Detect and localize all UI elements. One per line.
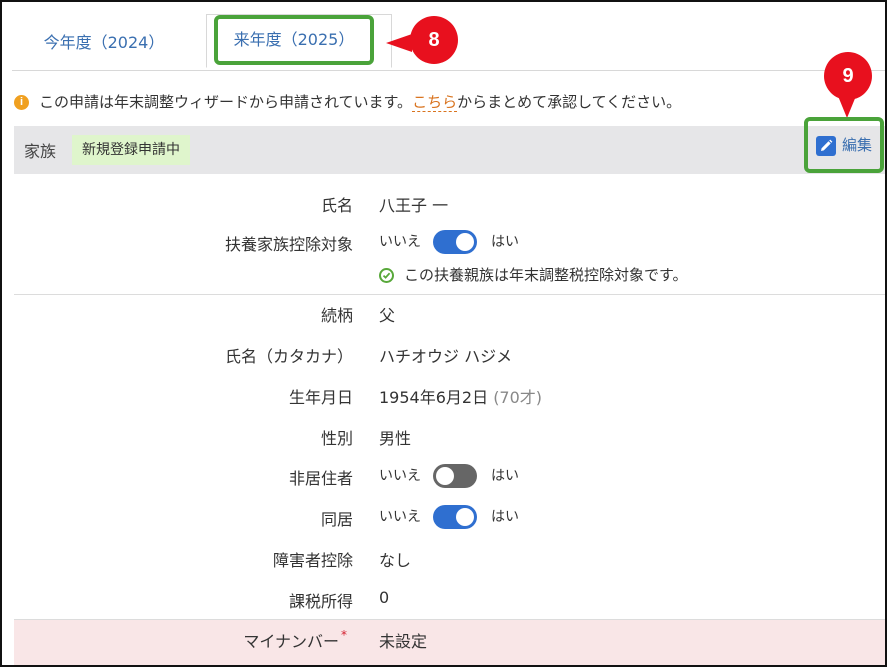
birthday-value: 1954年6月2日 bbox=[379, 388, 489, 407]
name-label: 氏名 bbox=[320, 196, 353, 215]
my-number-label: マイナンバー bbox=[243, 632, 339, 651]
wizard-notice: i この申請は年末調整ウィザードから申請されています。こちらからまとめて承認してく… bbox=[14, 90, 681, 114]
deduction-note-text: この扶養親族は年末調整税控除対象です。 bbox=[404, 266, 688, 284]
taxable-income-value: 0 bbox=[379, 588, 390, 607]
my-number-label-group: マイナンバー * bbox=[243, 628, 347, 652]
callout-8-pointer bbox=[386, 34, 412, 52]
callout-8: 8 bbox=[410, 16, 458, 64]
cohabiting-label: 同居 bbox=[320, 510, 353, 529]
pencil-icon bbox=[816, 135, 836, 156]
gender-value: 男性 bbox=[379, 429, 412, 448]
notice-link[interactable]: こちら bbox=[412, 93, 458, 112]
non-resident-off-text: いいえ bbox=[379, 468, 421, 484]
tab-divider bbox=[12, 70, 885, 71]
dependent-deduction-on-text: はい bbox=[491, 234, 519, 250]
name-kana-label: 氏名（カタカナ） bbox=[224, 347, 353, 366]
non-resident-toggle-group: いいえ はい bbox=[379, 464, 519, 488]
notice-text-prefix: この申請は年末調整ウィザードから申請されています。 bbox=[39, 93, 413, 111]
tab-2025[interactable]: 来年度（2025） bbox=[214, 15, 374, 65]
relationship-label: 続柄 bbox=[320, 306, 353, 325]
name-kana-value: ハチオウジ ハジメ bbox=[379, 347, 513, 366]
cohabiting-off-text: いいえ bbox=[379, 509, 421, 525]
tab-2024[interactable]: 今年度（2024） bbox=[24, 16, 184, 70]
my-number-row: マイナンバー * 未設定 bbox=[14, 619, 885, 665]
disability-value: なし bbox=[379, 551, 412, 570]
toggle-knob bbox=[436, 467, 454, 485]
required-mark: * bbox=[341, 628, 347, 642]
relationship-value: 父 bbox=[379, 306, 396, 325]
name-value: 八王子 一 bbox=[379, 196, 449, 215]
cohabiting-toggle[interactable] bbox=[433, 505, 477, 529]
gender-label: 性別 bbox=[320, 429, 353, 448]
non-resident-label: 非居住者 bbox=[288, 469, 353, 488]
dependent-deduction-label: 扶養家族控除対象 bbox=[224, 235, 353, 254]
dependent-deduction-toggle[interactable] bbox=[433, 230, 477, 254]
birthday-label: 生年月日 bbox=[288, 388, 353, 407]
edit-label: 編集 bbox=[842, 136, 873, 154]
toggle-knob bbox=[456, 233, 474, 251]
section-divider bbox=[14, 294, 885, 295]
status-badge: 新規登録申請中 bbox=[72, 135, 190, 165]
notice-text-suffix: からまとめて承認してください。 bbox=[457, 93, 682, 111]
callout-9: 9 bbox=[824, 52, 872, 100]
application-panel: 今年度（2024） 来年度（2025） 8 i この申請は年末調整ウィザードから申… bbox=[0, 0, 887, 667]
cohabiting-on-text: はい bbox=[491, 509, 519, 525]
callout-9-pointer bbox=[838, 96, 856, 118]
toggle-knob bbox=[456, 508, 474, 526]
birthday-value-group: 1954年6月2日 (70才) bbox=[379, 384, 542, 408]
check-circle-icon bbox=[379, 268, 394, 283]
age-value: (70才) bbox=[493, 388, 543, 407]
disability-label: 障害者控除 bbox=[272, 551, 353, 570]
edit-button[interactable]: 編集 bbox=[816, 133, 872, 157]
family-section-header: 家族 新規登録申請中 bbox=[14, 126, 885, 174]
dependent-deduction-off-text: いいえ bbox=[379, 234, 421, 250]
dependent-deduction-toggle-group: いいえ はい bbox=[379, 230, 519, 254]
my-number-value: 未設定 bbox=[379, 632, 428, 651]
non-resident-toggle[interactable] bbox=[433, 464, 477, 488]
cohabiting-toggle-group: いいえ はい bbox=[379, 505, 519, 529]
section-title: 家族 bbox=[24, 142, 57, 161]
deduction-note: この扶養親族は年末調整税控除対象です。 bbox=[379, 264, 688, 285]
taxable-income-label: 課税所得 bbox=[288, 592, 353, 611]
info-icon: i bbox=[14, 95, 29, 110]
non-resident-on-text: はい bbox=[491, 468, 519, 484]
